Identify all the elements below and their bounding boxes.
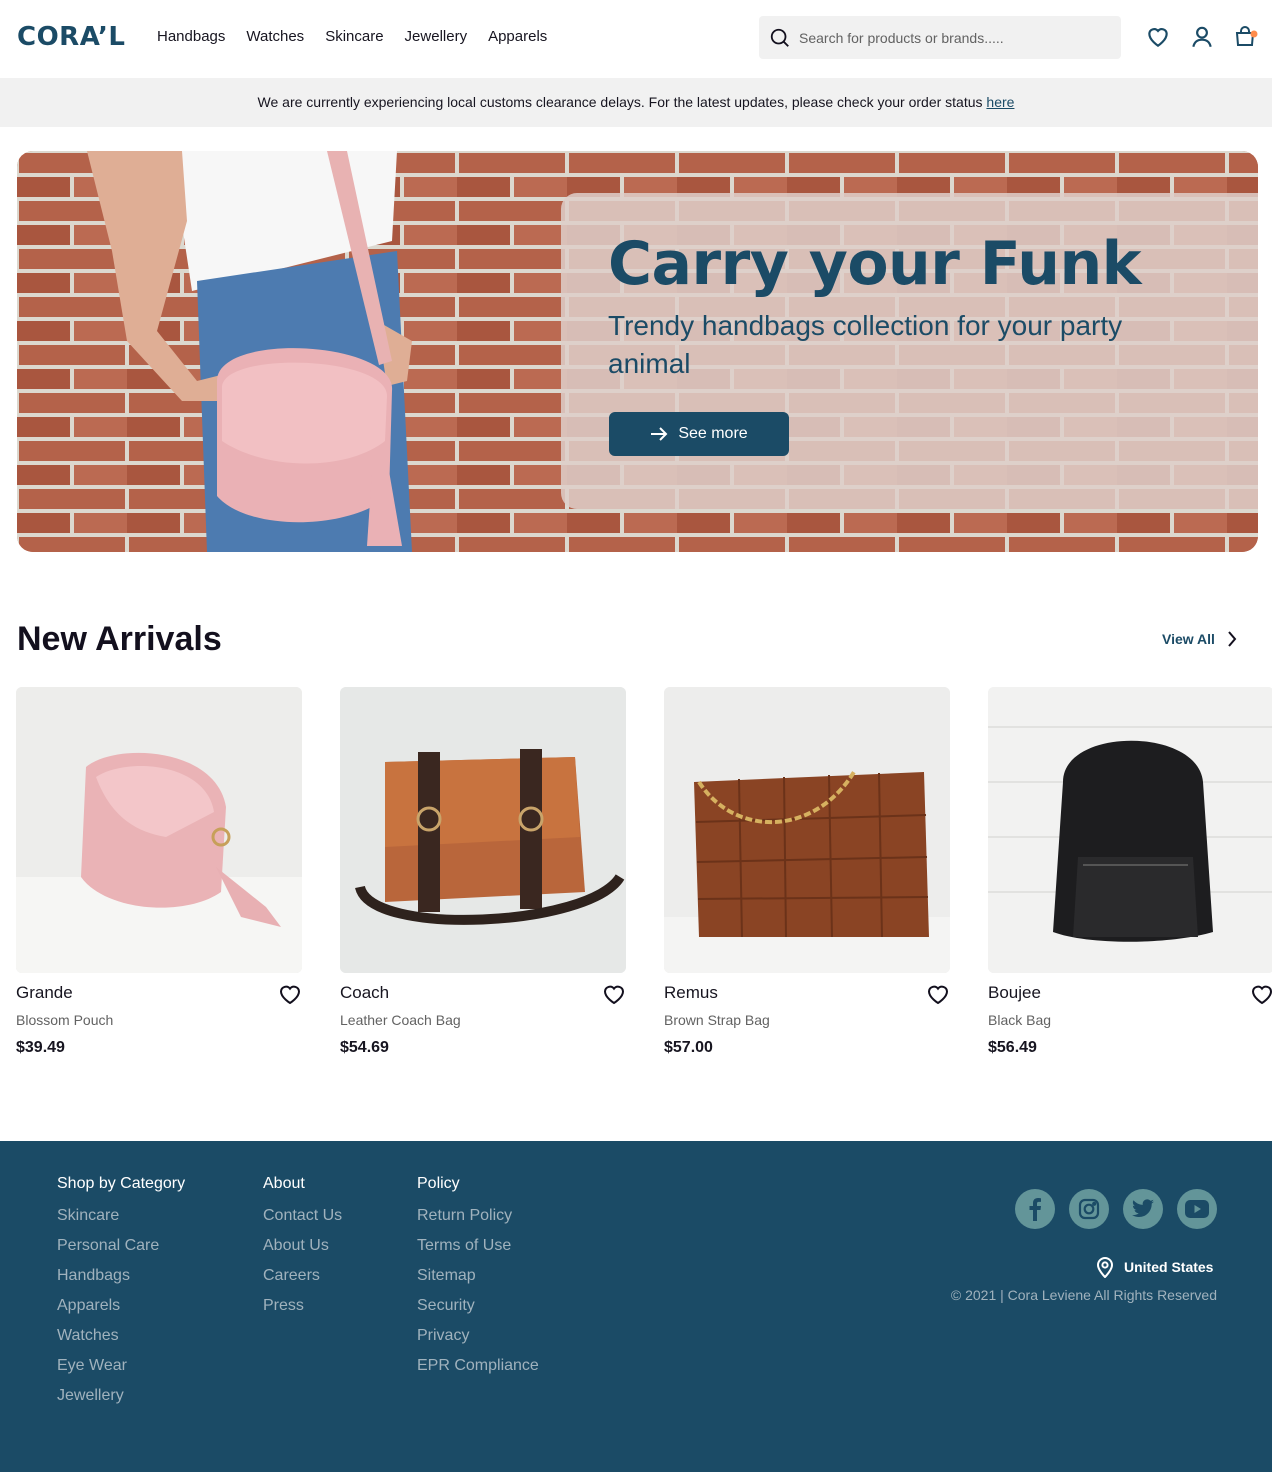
view-all-link[interactable]: View All bbox=[1162, 630, 1237, 648]
section-title: New Arrivals bbox=[17, 620, 222, 658]
location-pin-icon bbox=[1096, 1257, 1114, 1278]
see-more-button[interactable]: See more bbox=[609, 412, 789, 456]
heart-icon[interactable] bbox=[1145, 24, 1171, 50]
notice-bar: We are currently experiencing local cust… bbox=[0, 78, 1272, 127]
footer-link[interactable]: Apparels bbox=[57, 1297, 185, 1327]
product-card: Remus Brown Strap Bag $57.00 bbox=[664, 687, 950, 1056]
footer-link[interactable]: Press bbox=[263, 1297, 342, 1327]
location-label: United States bbox=[1124, 1259, 1214, 1275]
footer-link[interactable]: Personal Care bbox=[57, 1237, 185, 1267]
footer-link[interactable]: About Us bbox=[263, 1237, 342, 1267]
nav-skincare[interactable]: Skincare bbox=[325, 28, 383, 45]
heart-icon[interactable] bbox=[1250, 983, 1272, 1005]
hero-subtitle: Trendy handbags collection for your part… bbox=[608, 310, 1123, 379]
nav-jewellery[interactable]: Jewellery bbox=[405, 28, 468, 45]
site-header: CORA’L Handbags Watches Skincare Jewelle… bbox=[0, 0, 1272, 78]
product-card: Boujee Black Bag $56.49 bbox=[988, 687, 1272, 1056]
instagram-icon[interactable] bbox=[1069, 1189, 1109, 1229]
product-image[interactable] bbox=[16, 687, 302, 973]
bag-icon[interactable] bbox=[1233, 24, 1259, 50]
search-icon bbox=[770, 28, 789, 47]
youtube-icon[interactable] bbox=[1177, 1189, 1217, 1229]
footer-link[interactable]: Privacy bbox=[417, 1327, 539, 1357]
nav-watches[interactable]: Watches bbox=[246, 28, 304, 45]
search-bar bbox=[759, 16, 1121, 59]
nav-handbags[interactable]: Handbags bbox=[157, 28, 225, 45]
footer-heading: Policy bbox=[417, 1175, 460, 1192]
footer-link[interactable]: Skincare bbox=[57, 1207, 185, 1237]
view-all-label: View All bbox=[1162, 631, 1215, 647]
nav-apparels[interactable]: Apparels bbox=[488, 28, 547, 45]
product-name[interactable]: Coach bbox=[340, 983, 389, 1003]
footer-link[interactable]: Sitemap bbox=[417, 1267, 539, 1297]
footer-link[interactable]: Contact Us bbox=[263, 1207, 342, 1237]
footer-link[interactable]: Jewellery bbox=[57, 1387, 185, 1417]
search-input[interactable] bbox=[799, 29, 1099, 46]
notice-text: We are currently experiencing local cust… bbox=[257, 94, 987, 110]
footer-about-column: About Contact Us About Us Careers Press bbox=[263, 1175, 342, 1327]
product-name[interactable]: Remus bbox=[664, 983, 718, 1003]
footer-heading: Shop by Category bbox=[57, 1175, 186, 1192]
footer-heading: About bbox=[263, 1175, 305, 1192]
footer-link[interactable]: Watches bbox=[57, 1327, 185, 1357]
arrow-right-icon bbox=[651, 427, 668, 441]
product-description: Brown Strap Bag bbox=[664, 1012, 770, 1028]
product-card: Grande Blossom Pouch $39.49 bbox=[16, 687, 302, 1056]
product-description: Blossom Pouch bbox=[16, 1012, 114, 1028]
footer-link[interactable]: Careers bbox=[263, 1267, 342, 1297]
notice-link[interactable]: here bbox=[986, 94, 1014, 110]
product-name[interactable]: Boujee bbox=[988, 983, 1041, 1003]
footer-link[interactable]: Security bbox=[417, 1297, 539, 1327]
heart-icon[interactable] bbox=[926, 983, 950, 1005]
hero-banner: Carry your Funk Trendy handbags collecti… bbox=[17, 151, 1258, 552]
product-price: $39.49 bbox=[16, 1039, 65, 1056]
hero-panel: Carry your Funk Trendy handbags collecti… bbox=[561, 193, 1258, 509]
copyright-text: © 2021 | Cora Leviene All Rights Reserve… bbox=[950, 1287, 1217, 1303]
heart-icon[interactable] bbox=[278, 983, 302, 1005]
footer-link[interactable]: Return Policy bbox=[417, 1207, 539, 1237]
footer-policy-column: Policy Return Policy Terms of Use Sitema… bbox=[417, 1175, 539, 1387]
brand-logo[interactable]: CORA’L bbox=[17, 22, 125, 52]
product-description: Leather Coach Bag bbox=[340, 1012, 461, 1028]
product-name[interactable]: Grande bbox=[16, 983, 73, 1003]
footer-link[interactable]: Terms of Use bbox=[417, 1237, 539, 1267]
hero-title: Carry your Funk bbox=[608, 229, 1142, 299]
footer-link[interactable]: Handbags bbox=[57, 1267, 185, 1297]
user-icon[interactable] bbox=[1189, 24, 1215, 50]
product-description: Black Bag bbox=[988, 1012, 1052, 1028]
site-footer: Shop by Category Skincare Personal Care … bbox=[0, 1141, 1272, 1472]
footer-shop-column: Shop by Category Skincare Personal Care … bbox=[57, 1175, 185, 1417]
heart-icon[interactable] bbox=[602, 983, 626, 1005]
main-nav: Handbags Watches Skincare Jewellery Appa… bbox=[157, 28, 547, 45]
chevron-right-icon bbox=[1228, 631, 1237, 647]
product-price: $56.49 bbox=[988, 1039, 1037, 1056]
product-image[interactable] bbox=[664, 687, 950, 973]
see-more-label: See more bbox=[678, 425, 748, 442]
footer-link[interactable]: Eye Wear bbox=[57, 1357, 185, 1387]
product-price: $54.69 bbox=[340, 1039, 389, 1056]
product-card: Coach Leather Coach Bag $54.69 bbox=[340, 687, 626, 1056]
product-price: $57.00 bbox=[664, 1039, 713, 1056]
footer-link[interactable]: EPR Compliance bbox=[417, 1357, 539, 1387]
product-image[interactable] bbox=[340, 687, 626, 973]
facebook-icon[interactable] bbox=[1015, 1189, 1055, 1229]
location-selector[interactable]: United States bbox=[1096, 1256, 1213, 1278]
product-image[interactable] bbox=[988, 687, 1272, 973]
twitter-icon[interactable] bbox=[1123, 1189, 1163, 1229]
